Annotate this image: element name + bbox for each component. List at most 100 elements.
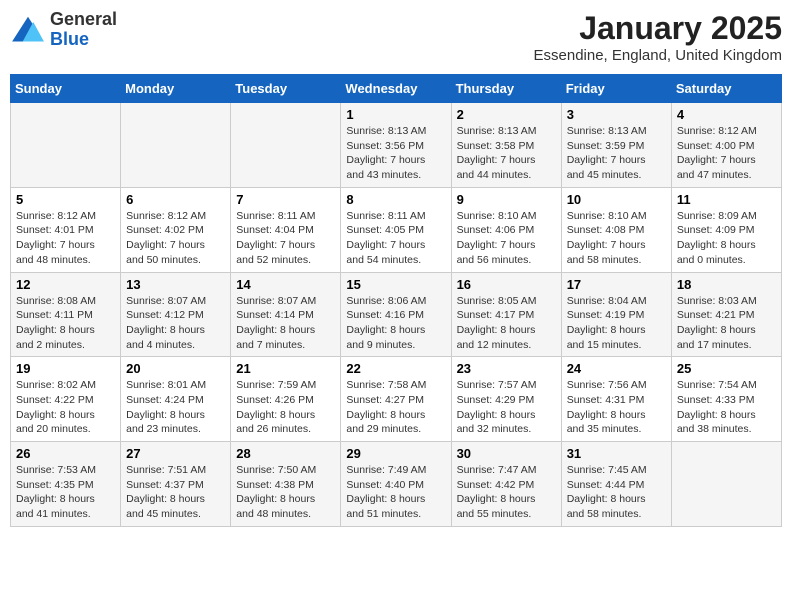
cell-info-text: Sunrise: 8:13 AMSunset: 3:59 PMDaylight:… bbox=[567, 124, 666, 183]
calendar-cell: 16 Sunrise: 8:05 AMSunset: 4:17 PMDayligh… bbox=[451, 272, 561, 357]
weekday-header-friday: Friday bbox=[561, 75, 671, 103]
calendar-cell bbox=[11, 103, 121, 188]
cell-day-number: 7 bbox=[236, 192, 335, 207]
calendar-cell: 30 Sunrise: 7:47 AMSunset: 4:42 PMDayligh… bbox=[451, 442, 561, 527]
logo-blue-text: Blue bbox=[50, 30, 117, 50]
cell-day-number: 19 bbox=[16, 361, 115, 376]
cell-info-text: Sunrise: 7:53 AMSunset: 4:35 PMDaylight:… bbox=[16, 463, 115, 522]
calendar-cell: 6Sunrise: 8:12 AMSunset: 4:02 PMDaylight… bbox=[121, 187, 231, 272]
cell-day-number: 26 bbox=[16, 446, 115, 461]
calendar-cell: 19 Sunrise: 8:02 AMSunset: 4:22 PMDayligh… bbox=[11, 357, 121, 442]
cell-info-text: Sunrise: 7:51 AMSunset: 4:37 PMDaylight:… bbox=[126, 463, 225, 522]
cell-day-number: 29 bbox=[346, 446, 445, 461]
cell-day-number: 4 bbox=[677, 107, 776, 122]
cell-day-number: 22 bbox=[346, 361, 445, 376]
cell-info-text: Sunrise: 8:12 AMSunset: 4:01 PMDaylight:… bbox=[16, 209, 115, 268]
cell-day-number: 25 bbox=[677, 361, 776, 376]
calendar-cell: 17 Sunrise: 8:04 AMSunset: 4:19 PMDayligh… bbox=[561, 272, 671, 357]
cell-info-text: Sunrise: 8:09 AMSunset: 4:09 PMDaylight:… bbox=[677, 209, 776, 268]
cell-info-text: Sunrise: 7:45 AMSunset: 4:44 PMDaylight:… bbox=[567, 463, 666, 522]
cell-day-number: 12 bbox=[16, 277, 115, 292]
calendar-cell bbox=[121, 103, 231, 188]
calendar-cell: 8 Sunrise: 8:11 AMSunset: 4:05 PMDaylight… bbox=[341, 187, 451, 272]
cell-day-number: 23 bbox=[457, 361, 556, 376]
calendar-cell: 11 Sunrise: 8:09 AMSunset: 4:09 PMDayligh… bbox=[671, 187, 781, 272]
cell-info-text: Sunrise: 8:01 AMSunset: 4:24 PMDaylight:… bbox=[126, 378, 225, 437]
cell-info-text: Sunrise: 7:54 AMSunset: 4:33 PMDaylight:… bbox=[677, 378, 776, 437]
cell-info-text: Sunrise: 8:11 AMSunset: 4:05 PMDaylight:… bbox=[346, 209, 445, 268]
weekday-header-thursday: Thursday bbox=[451, 75, 561, 103]
cell-info-text: Sunrise: 7:56 AMSunset: 4:31 PMDaylight:… bbox=[567, 378, 666, 437]
cell-day-number: 14 bbox=[236, 277, 335, 292]
cell-day-number: 5 bbox=[16, 192, 115, 207]
cell-info-text: Sunrise: 8:10 AMSunset: 4:06 PMDaylight:… bbox=[457, 209, 556, 268]
cell-day-number: 1 bbox=[346, 107, 445, 122]
cell-day-number: 3 bbox=[567, 107, 666, 122]
cell-day-number: 18 bbox=[677, 277, 776, 292]
cell-day-number: 13 bbox=[126, 277, 225, 292]
calendar-cell: 22 Sunrise: 7:58 AMSunset: 4:27 PMDayligh… bbox=[341, 357, 451, 442]
cell-info-text: Sunrise: 8:12 AMSunset: 4:00 PMDaylight:… bbox=[677, 124, 776, 183]
page-header: General Blue January 2025 Essendine, Eng… bbox=[10, 10, 782, 64]
cell-day-number: 11 bbox=[677, 192, 776, 207]
calendar-cell: 27Sunrise: 7:51 AMSunset: 4:37 PMDayligh… bbox=[121, 442, 231, 527]
cell-info-text: Sunrise: 7:57 AMSunset: 4:29 PMDaylight:… bbox=[457, 378, 556, 437]
calendar-cell: 31Sunrise: 7:45 AMSunset: 4:44 PMDayligh… bbox=[561, 442, 671, 527]
cell-info-text: Sunrise: 8:12 AMSunset: 4:02 PMDaylight:… bbox=[126, 209, 225, 268]
cell-day-number: 2 bbox=[457, 107, 556, 122]
cell-info-text: Sunrise: 8:11 AMSunset: 4:04 PMDaylight:… bbox=[236, 209, 335, 268]
cell-info-text: Sunrise: 8:06 AMSunset: 4:16 PMDaylight:… bbox=[346, 294, 445, 353]
cell-day-number: 8 bbox=[346, 192, 445, 207]
calendar-cell: 10 Sunrise: 8:10 AMSunset: 4:08 PMDayligh… bbox=[561, 187, 671, 272]
calendar-table: SundayMondayTuesdayWednesdayThursdayFrid… bbox=[10, 74, 782, 527]
cell-info-text: Sunrise: 7:49 AMSunset: 4:40 PMDaylight:… bbox=[346, 463, 445, 522]
cell-info-text: Sunrise: 7:50 AMSunset: 4:38 PMDaylight:… bbox=[236, 463, 335, 522]
calendar-cell: 13 Sunrise: 8:07 AMSunset: 4:12 PMDayligh… bbox=[121, 272, 231, 357]
calendar-cell: 23 Sunrise: 7:57 AMSunset: 4:29 PMDayligh… bbox=[451, 357, 561, 442]
cell-info-text: Sunrise: 7:47 AMSunset: 4:42 PMDaylight:… bbox=[457, 463, 556, 522]
cell-info-text: Sunrise: 8:13 AMSunset: 3:58 PMDaylight:… bbox=[457, 124, 556, 183]
cell-day-number: 16 bbox=[457, 277, 556, 292]
cell-info-text: Sunrise: 8:03 AMSunset: 4:21 PMDaylight:… bbox=[677, 294, 776, 353]
cell-info-text: Sunrise: 8:04 AMSunset: 4:19 PMDaylight:… bbox=[567, 294, 666, 353]
cell-info-text: Sunrise: 8:08 AMSunset: 4:11 PMDaylight:… bbox=[16, 294, 115, 353]
cell-info-text: Sunrise: 7:58 AMSunset: 4:27 PMDaylight:… bbox=[346, 378, 445, 437]
cell-info-text: Sunrise: 8:13 AMSunset: 3:56 PMDaylight:… bbox=[346, 124, 445, 183]
weekday-header-saturday: Saturday bbox=[671, 75, 781, 103]
location-subtitle: Essendine, England, United Kingdom bbox=[534, 47, 783, 64]
cell-info-text: Sunrise: 8:05 AMSunset: 4:17 PMDaylight:… bbox=[457, 294, 556, 353]
weekday-header-wednesday: Wednesday bbox=[341, 75, 451, 103]
cell-info-text: Sunrise: 7:59 AMSunset: 4:26 PMDaylight:… bbox=[236, 378, 335, 437]
calendar-cell: 26 Sunrise: 7:53 AMSunset: 4:35 PMDayligh… bbox=[11, 442, 121, 527]
calendar-cell: 5 Sunrise: 8:12 AMSunset: 4:01 PMDaylight… bbox=[11, 187, 121, 272]
cell-day-number: 10 bbox=[567, 192, 666, 207]
cell-day-number: 20 bbox=[126, 361, 225, 376]
cell-info-text: Sunrise: 8:10 AMSunset: 4:08 PMDaylight:… bbox=[567, 209, 666, 268]
cell-day-number: 28 bbox=[236, 446, 335, 461]
calendar-week-row: 1 Sunrise: 8:13 AMSunset: 3:56 PMDaylight… bbox=[11, 103, 782, 188]
calendar-cell: 3 Sunrise: 8:13 AMSunset: 3:59 PMDaylight… bbox=[561, 103, 671, 188]
cell-info-text: Sunrise: 8:02 AMSunset: 4:22 PMDaylight:… bbox=[16, 378, 115, 437]
calendar-cell: 28 Sunrise: 7:50 AMSunset: 4:38 PMDayligh… bbox=[231, 442, 341, 527]
weekday-header-monday: Monday bbox=[121, 75, 231, 103]
calendar-cell: 1 Sunrise: 8:13 AMSunset: 3:56 PMDaylight… bbox=[341, 103, 451, 188]
calendar-cell: 18 Sunrise: 8:03 AMSunset: 4:21 PMDayligh… bbox=[671, 272, 781, 357]
cell-day-number: 30 bbox=[457, 446, 556, 461]
cell-day-number: 9 bbox=[457, 192, 556, 207]
calendar-cell bbox=[231, 103, 341, 188]
calendar-cell: 24 Sunrise: 7:56 AMSunset: 4:31 PMDayligh… bbox=[561, 357, 671, 442]
title-block: January 2025 Essendine, England, United … bbox=[534, 10, 783, 64]
logo-text: General Blue bbox=[50, 10, 117, 50]
cell-day-number: 24 bbox=[567, 361, 666, 376]
calendar-cell: 25 Sunrise: 7:54 AMSunset: 4:33 PMDayligh… bbox=[671, 357, 781, 442]
calendar-week-row: 5 Sunrise: 8:12 AMSunset: 4:01 PMDaylight… bbox=[11, 187, 782, 272]
logo: General Blue bbox=[10, 10, 117, 50]
calendar-cell: 12 Sunrise: 8:08 AMSunset: 4:11 PMDayligh… bbox=[11, 272, 121, 357]
calendar-cell: 29 Sunrise: 7:49 AMSunset: 4:40 PMDayligh… bbox=[341, 442, 451, 527]
cell-info-text: Sunrise: 8:07 AMSunset: 4:14 PMDaylight:… bbox=[236, 294, 335, 353]
weekday-header-tuesday: Tuesday bbox=[231, 75, 341, 103]
cell-info-text: Sunrise: 8:07 AMSunset: 4:12 PMDaylight:… bbox=[126, 294, 225, 353]
weekday-header-sunday: Sunday bbox=[11, 75, 121, 103]
calendar-week-row: 19 Sunrise: 8:02 AMSunset: 4:22 PMDayligh… bbox=[11, 357, 782, 442]
cell-day-number: 17 bbox=[567, 277, 666, 292]
